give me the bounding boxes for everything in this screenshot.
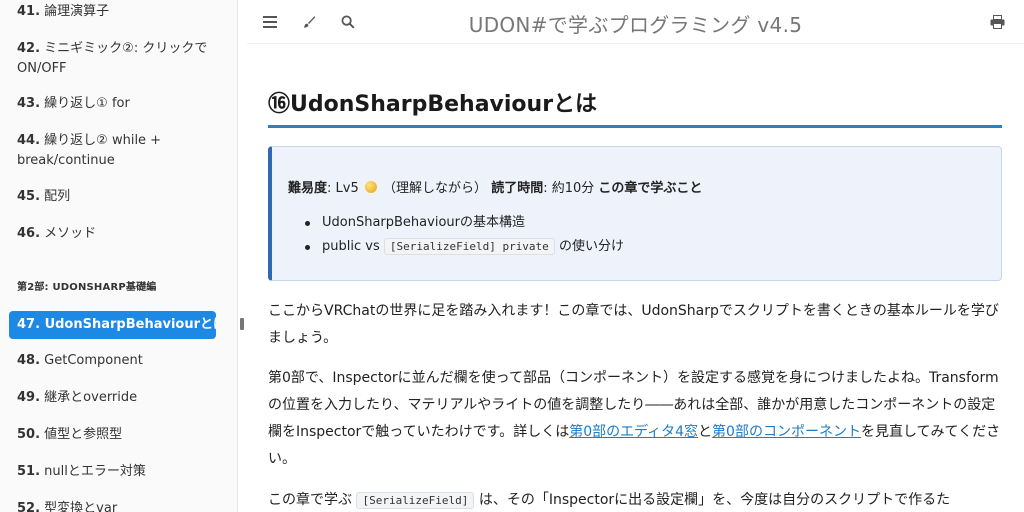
learning-goals-list: UdonSharpBehaviourの基本構造 public vs [Seria…	[304, 211, 624, 259]
print-icon[interactable]	[987, 12, 1007, 32]
sidebar-resize-handle[interactable]	[240, 318, 244, 330]
sidebar-item-48[interactable]: 48. GetComponent	[17, 351, 217, 371]
top-bar: UDON#で学ぶプログラミング v4.5	[247, 0, 1024, 44]
chapter-title: ⑯UdonSharpBehaviourとは	[268, 92, 598, 117]
sidebar-item-46[interactable]: 46. メソッド	[17, 224, 217, 244]
chapter-meta: 難易度: Lv5 （理解しながら） 読了時間: 約10分 この章で学ぶこと	[288, 181, 703, 196]
list-item: UdonSharpBehaviourの基本構造	[304, 211, 624, 235]
main-content: ⑯UdonSharpBehaviourとは 難易度: Lv5 （理解しながら） …	[268, 44, 1002, 512]
sidebar: 41. 論理演算子 42. ミニギミック②: クリックで ON/OFF 43. …	[0, 0, 238, 512]
sidebar-item-45[interactable]: 45. 配列	[17, 187, 217, 207]
sidebar-item-51[interactable]: 51. nullとエラー対策	[17, 462, 217, 482]
sidebar-item-41[interactable]: 41. 論理演算子	[17, 2, 217, 22]
sidebar-part-heading: 第2部: UDONSHARP基礎編	[17, 282, 157, 293]
title-divider	[268, 125, 1002, 128]
serializefield-paragraph: この章で学ぶ [SerializeField] は、その「Inspectorに出…	[268, 492, 951, 509]
link-part0-component[interactable]: 第0部のコンポーネント	[712, 424, 861, 440]
sidebar-item-42[interactable]: 42. ミニギミック②: クリックで ON/OFF	[17, 39, 217, 79]
sidebar-item-43[interactable]: 43. 繰り返し① for	[17, 94, 217, 114]
medal-icon	[364, 181, 377, 193]
sidebar-item-50[interactable]: 50. 値型と参照型	[17, 425, 217, 445]
chapter-info-box: 難易度: Lv5 （理解しながら） 読了時間: 約10分 この章で学ぶこと Ud…	[268, 146, 1002, 281]
sidebar-item-52[interactable]: 52. 型変換とvar	[17, 499, 217, 512]
link-part0-editor[interactable]: 第0部のエディタ4窓	[569, 424, 698, 440]
inline-code: [SerializeField] private	[383, 238, 555, 255]
recap-paragraph: 第0部で、Inspectorに並んだ欄を使って部品（コンポーネント）を設定する感…	[268, 370, 1001, 467]
sidebar-item-active[interactable]: 47. UdonSharpBehaviourとは	[9, 311, 216, 339]
inline-code: [SerializeField]	[356, 492, 475, 509]
intro-paragraph: ここからVRChatの世界に足を踏み入れます！この章では、UdonSharpでス…	[268, 303, 999, 346]
sidebar-item-49[interactable]: 49. 継承とoverride	[17, 388, 217, 408]
book-title: UDON#で学ぶプログラミング v4.5	[468, 13, 803, 37]
list-item: public vs [SerializeField] private の使い分け	[304, 235, 624, 259]
sidebar-item-44[interactable]: 44. 繰り返し② while + break/continue	[17, 131, 217, 171]
